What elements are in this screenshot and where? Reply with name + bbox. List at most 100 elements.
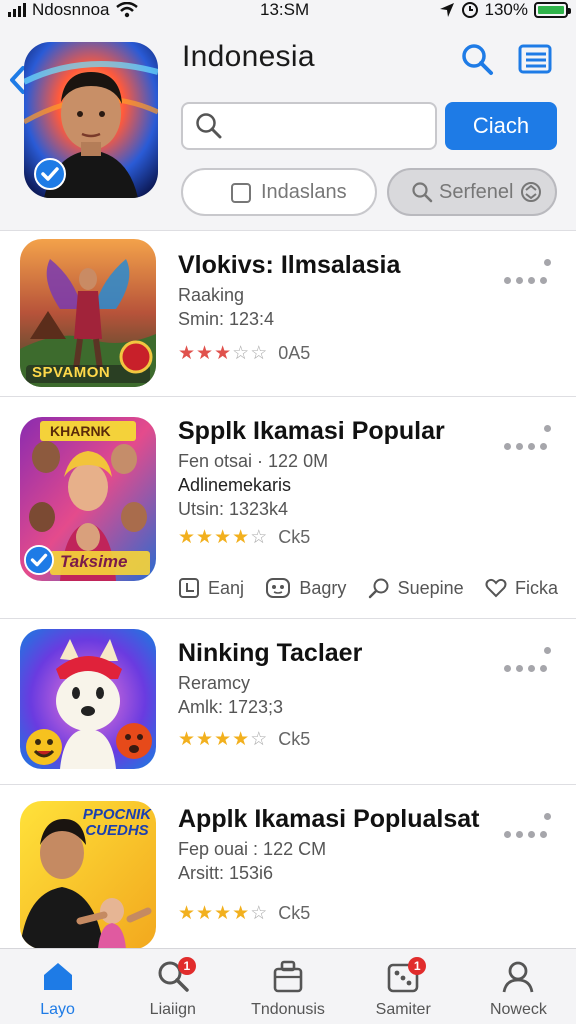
bag-icon	[271, 959, 305, 993]
tab-label: Samiter	[375, 1001, 431, 1018]
header: Indonesia Ciach Indaslans Serfenel	[0, 20, 576, 230]
action-label: Ficka	[514, 577, 558, 598]
app-meta-line2: Adlinemekaris	[178, 475, 292, 495]
more-options-button[interactable]	[504, 255, 556, 287]
app-meta-line1: Fen otsai · 122 0M	[178, 451, 329, 471]
rating-value: Ck5	[278, 527, 311, 547]
heart-icon	[485, 578, 507, 598]
search-icon	[412, 182, 433, 203]
search-icon	[462, 44, 493, 75]
app-thumbnail[interactable]: SPVAMON	[20, 239, 156, 387]
tab-samiter[interactable]: 1 Samiter	[346, 949, 461, 1024]
more-options-button[interactable]	[504, 643, 556, 675]
page-title: Indonesia	[182, 40, 315, 73]
status-time: 13:SM	[260, 0, 310, 19]
share-icon	[179, 578, 199, 598]
tab-label: Noweck	[489, 1001, 547, 1018]
action-eanj-button[interactable]: Eanj	[178, 577, 244, 599]
battery-percent: 130%	[484, 0, 528, 19]
menu-button[interactable]	[516, 40, 554, 78]
tab-layo[interactable]: Layo	[0, 949, 115, 1024]
featured-app-icon[interactable]	[24, 42, 158, 198]
app-thumbnail[interactable]: KHARNK Taksime	[20, 417, 156, 581]
rating-stars: ★ ★ ★ ★ ☆ Ck5	[178, 729, 310, 750]
face-icon	[266, 578, 291, 598]
list-item[interactable]: KHARNK Taksime Spplk Ikamasi Popular Fen…	[0, 396, 576, 618]
star-filled-icon: ★	[196, 729, 214, 750]
more-options-button[interactable]	[504, 421, 556, 453]
star-filled-icon: ★	[196, 343, 214, 364]
location-icon	[439, 3, 454, 17]
rating-value: Ck5	[278, 729, 311, 749]
filter-pill-b[interactable]: Serfenel	[387, 168, 557, 216]
star-filled-icon: ★	[232, 903, 250, 924]
sort-icon	[520, 182, 541, 202]
filter-pill-a[interactable]: Indaslans	[181, 168, 377, 216]
star-filled-icon: ★	[178, 903, 196, 924]
tab-tndonusis[interactable]: Tndonusis	[230, 949, 345, 1024]
app-thumbnail[interactable]: PPOCNIK CUEDHS	[20, 801, 156, 948]
app-meta-line1: Fep ouai : 122 CM	[178, 839, 327, 859]
tab-liaiign[interactable]: 1 Liaiign	[115, 949, 230, 1024]
tab-noweck[interactable]: Noweck	[461, 949, 576, 1024]
verified-badge-icon	[24, 545, 54, 575]
star-filled-icon: ★	[196, 903, 214, 924]
tab-label: Tndonusis	[251, 1001, 325, 1018]
star-filled-icon: ★	[232, 527, 250, 548]
status-left: Ndosnnoa	[8, 0, 138, 20]
star-empty-icon: ☆	[250, 729, 268, 750]
notification-badge: 1	[408, 957, 427, 975]
search-input[interactable]	[231, 115, 421, 137]
star-empty-icon: ☆	[250, 343, 268, 364]
app-title[interactable]: Spplk Ikamasi Popular	[178, 417, 445, 446]
thumb-caption-top: KHARNK	[50, 423, 111, 439]
header-search-button[interactable]	[458, 40, 496, 78]
thumb-caption: PPOCNIK CUEDHS	[82, 806, 152, 839]
app-meta-line3: Utsin: 1323k4	[178, 499, 289, 519]
search-submit-button[interactable]: Ciach	[445, 102, 557, 150]
list-item[interactable]: PPOCNIK CUEDHS Applk Ikamasi Poplualsat …	[0, 784, 576, 948]
tab-bar: Layo 1 Liaiign Tndonusis 1 Samiter Nowec…	[0, 948, 576, 1024]
search-icon	[368, 578, 389, 599]
star-empty-icon: ☆	[232, 343, 250, 364]
star-empty-icon: ☆	[250, 903, 268, 924]
tab-label: Layo	[40, 1001, 75, 1018]
status-right: 130%	[439, 0, 571, 20]
list-item[interactable]: SPVAMON Vlokivs: Ilmsalasia Raaking Smin…	[0, 230, 576, 396]
star-filled-icon: ★	[232, 729, 250, 750]
rating-stars: ★ ★ ★ ★ ☆ Ck5	[178, 527, 310, 548]
alarm-icon	[461, 2, 478, 18]
app-title[interactable]: Ninking Taclaer	[178, 639, 362, 668]
verified-badge-icon	[34, 158, 66, 190]
search-field[interactable]	[181, 102, 437, 150]
action-ficka-button[interactable]: Ficka	[485, 578, 558, 599]
action-bagry-button[interactable]: Bagry	[265, 577, 346, 599]
wifi-icon	[115, 2, 138, 18]
star-filled-icon: ★	[178, 729, 196, 750]
star-empty-icon: ☆	[250, 527, 268, 548]
app-meta-line2: Amlk: 1723;3	[178, 697, 284, 717]
tab-label: Liaiign	[149, 1001, 196, 1018]
status-bar: Ndosnnoa 13:SM 130%	[0, 0, 576, 20]
action-row: Eanj Bagry Suepine Ficka	[178, 573, 558, 603]
app-title[interactable]: Vlokivs: Ilmsalasia	[178, 251, 400, 280]
battery-icon	[534, 2, 571, 18]
app-title[interactable]: Applk Ikamasi Poplualsat	[178, 805, 480, 834]
app-thumbnail[interactable]	[20, 629, 156, 769]
signal-icon	[8, 3, 26, 17]
app-list: SPVAMON Vlokivs: Ilmsalasia Raaking Smin…	[0, 230, 576, 948]
search-icon: 1	[156, 957, 196, 993]
rating-value: Ck5	[278, 903, 311, 923]
star-filled-icon: ★	[196, 527, 214, 548]
app-meta-line1: Raaking	[178, 285, 245, 305]
more-options-button[interactable]	[504, 809, 556, 841]
search-icon	[196, 113, 222, 139]
action-label: Eanj	[208, 577, 245, 598]
list-item[interactable]: Ninking Taclaer Reramcy Amlk: 1723;3 ★ ★ ★…	[0, 618, 576, 784]
action-suepine-button[interactable]: Suepine	[368, 577, 464, 599]
rating-stars: ★ ★ ★ ☆ ☆ 0A5	[178, 343, 310, 364]
rating-value: 0A5	[278, 343, 311, 363]
carrier-label: Ndosnnoa	[32, 0, 110, 19]
filter-a-label: Indaslans	[261, 180, 347, 203]
square-icon	[231, 183, 251, 203]
